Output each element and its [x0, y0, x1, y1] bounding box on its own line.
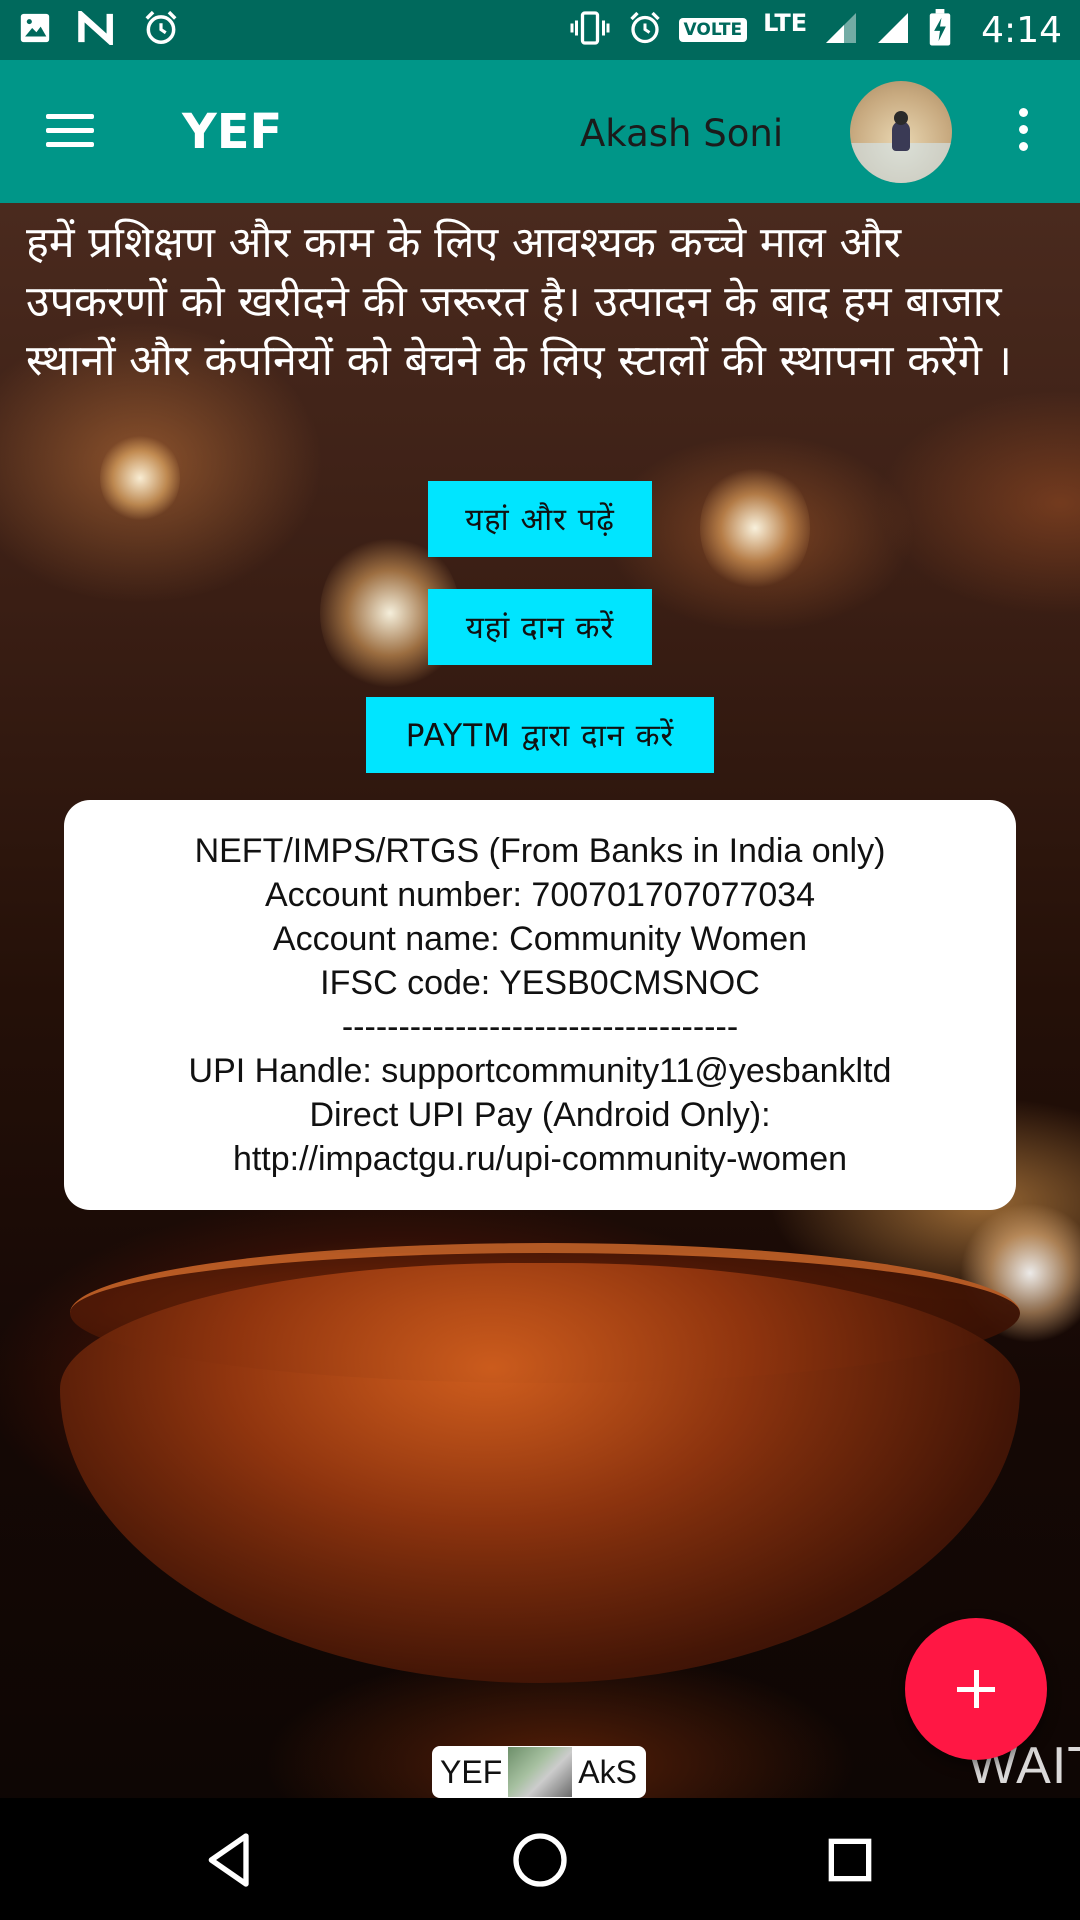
paytm-donate-button[interactable]: PAYTM द्वारा दान करें — [366, 697, 714, 773]
bank-details-card: NEFT/IMPS/RTGS (From Banks in India only… — [64, 800, 1016, 1210]
footer-thumbnail — [508, 1747, 573, 1797]
upi-link[interactable]: http://impactgu.ru/upi-community-women — [233, 1137, 847, 1181]
footer-badge-right: AkS — [578, 1753, 637, 1790]
alarm-icon — [142, 9, 180, 51]
hamburger-menu-icon[interactable] — [44, 106, 96, 158]
candle-glow — [100, 433, 180, 523]
lte-label: LTE — [763, 9, 808, 37]
signal-icon — [823, 10, 859, 50]
vibrate-icon — [569, 10, 611, 50]
user-avatar[interactable] — [850, 81, 952, 183]
diya-bowl — [60, 1263, 1020, 1683]
add-fab-button[interactable] — [905, 1618, 1047, 1760]
recents-icon[interactable] — [818, 1828, 882, 1892]
app-bar: YEF Akash Soni — [0, 60, 1080, 203]
read-more-button[interactable]: यहां और पढ़ें — [428, 481, 652, 557]
footer-badge: YEF AkS — [432, 1746, 646, 1798]
clock: 4:14 — [981, 9, 1062, 51]
battery-charging-icon — [927, 9, 953, 51]
status-bar: VOLTE LTE 4:14 — [0, 0, 1080, 60]
home-icon[interactable] — [508, 1828, 572, 1892]
image-icon — [18, 11, 52, 49]
signal-icon — [875, 10, 911, 50]
upi-handle: UPI Handle: supportcommunity11@yesbanklt… — [188, 1052, 892, 1090]
transfer-methods: NEFT/IMPS/RTGS (From Banks in India only… — [194, 832, 886, 870]
account-name: Account name: Community Women — [272, 920, 808, 958]
donate-button[interactable]: यहां दान करें — [428, 589, 652, 665]
account-number: Account number: 700701707077034 — [264, 876, 816, 914]
app-title: YEF — [182, 104, 283, 160]
ifsc-code: IFSC code: YESB0CMSNOC — [320, 964, 760, 1002]
user-name[interactable]: Akash Soni — [580, 112, 783, 155]
back-icon[interactable] — [198, 1828, 262, 1892]
separator: ----------------------------------- — [341, 1008, 739, 1046]
n-notification-icon — [78, 8, 116, 49]
footer-badge-left: YEF — [440, 1753, 503, 1790]
alarm-icon — [627, 10, 663, 50]
intro-text: हमें प्रशिक्षण और काम के लिए आवश्यक कच्च… — [26, 218, 1012, 386]
avatar-figure-head — [894, 111, 908, 125]
avatar-figure — [892, 121, 910, 151]
candle-glow — [700, 463, 810, 593]
navigation-bar — [0, 1798, 1080, 1920]
more-options-icon[interactable] — [1010, 108, 1036, 158]
direct-upi-label: Direct UPI Pay (Android Only): — [309, 1096, 771, 1134]
volte-badge: VOLTE — [678, 18, 748, 42]
